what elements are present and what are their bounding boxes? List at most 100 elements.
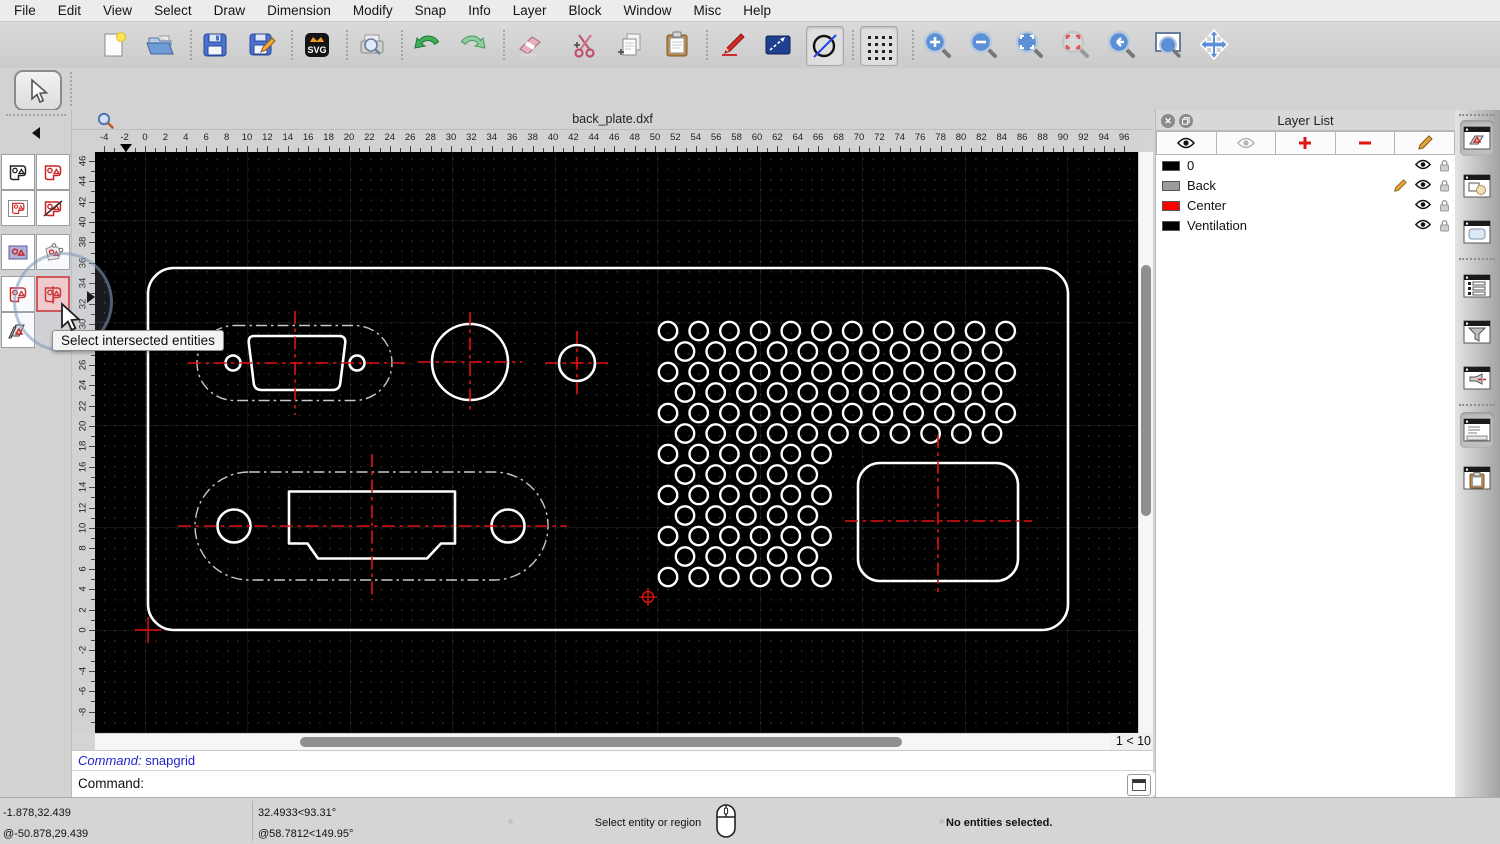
drawing-canvas[interactable] [95, 152, 1138, 733]
block-list-dock-button[interactable] [1460, 168, 1494, 204]
select-window-button[interactable] [1, 190, 35, 226]
menu-block[interactable]: Block [569, 3, 613, 18]
menu-snap[interactable]: Snap [415, 3, 458, 18]
layer-lock-icon[interactable] [1439, 159, 1450, 172]
edit-layer-button[interactable] [1395, 131, 1455, 155]
menu-draw[interactable]: Draw [214, 3, 257, 18]
ruler-label: -4 [77, 666, 89, 676]
print-preview-button[interactable] [354, 26, 390, 64]
select-entity-button[interactable] [1, 154, 35, 190]
deselect-entity-button[interactable] [36, 154, 70, 190]
menu-info[interactable]: Info [468, 3, 502, 18]
layer-lock-icon[interactable] [1439, 179, 1450, 192]
layer-visible-icon[interactable] [1415, 199, 1431, 210]
undo-button[interactable] [409, 26, 445, 64]
menu-dimension[interactable]: Dimension [267, 3, 342, 18]
layer-list-titlebar[interactable]: ✕ Layer List [1156, 110, 1455, 131]
menu-layer[interactable]: Layer [513, 3, 558, 18]
command-options-button[interactable] [1127, 774, 1151, 796]
show-all-layers-button[interactable] [1156, 131, 1217, 155]
ruler-label: 10 [77, 522, 89, 534]
zoom-out-button[interactable] [966, 26, 1002, 64]
layer-row-0[interactable]: 0 [1156, 156, 1455, 176]
menu-edit[interactable]: Edit [58, 3, 92, 18]
toolbar-separator [346, 30, 348, 60]
snap-grid-icon [868, 36, 892, 60]
layer-row-center[interactable]: Center [1156, 196, 1455, 216]
deselect-window-button[interactable] [36, 190, 70, 226]
dock-handle[interactable] [6, 114, 66, 116]
ruler-label: 44 [588, 132, 600, 143]
deselect-layer-button[interactable] [1, 312, 35, 348]
horizontal-scrollbar-thumb[interactable] [300, 737, 902, 747]
menu-view[interactable]: View [103, 3, 143, 18]
command-input[interactable] [146, 773, 1190, 795]
toolbar-separator [706, 30, 708, 60]
entity-list-dock-button[interactable] [1460, 268, 1494, 304]
clipboard-dock-button[interactable] [1460, 460, 1494, 496]
zoom-auto-button[interactable] [1012, 26, 1048, 64]
vertical-scrollbar-thumb[interactable] [1141, 265, 1151, 516]
zoom-in-button[interactable] [920, 26, 956, 64]
layer-visible-icon[interactable] [1415, 179, 1431, 190]
menu-help[interactable]: Help [743, 3, 782, 18]
layer-row-ventilation[interactable]: Ventilation [1156, 216, 1455, 236]
copy-button[interactable] [613, 26, 649, 64]
tool-options-bar [0, 68, 1500, 111]
save-as-button[interactable] [244, 26, 280, 64]
redo-button[interactable] [455, 26, 491, 64]
menu-select[interactable]: Select [154, 3, 203, 18]
invert-selection-button[interactable] [36, 234, 70, 270]
menu-misc[interactable]: Misc [694, 3, 733, 18]
delete-button[interactable] [512, 26, 548, 64]
menu-modify[interactable]: Modify [353, 3, 404, 18]
layer-lock-icon[interactable] [1439, 219, 1450, 232]
menu-file[interactable]: File [14, 3, 47, 18]
save-button[interactable] [197, 26, 233, 64]
new-document-button[interactable] [95, 26, 131, 64]
vertical-scrollbar[interactable] [1138, 152, 1153, 733]
snap-free-button[interactable] [806, 26, 844, 66]
document-titlebar[interactable]: back_plate.dxf [72, 110, 1153, 130]
ruler-label: 24 [384, 132, 396, 143]
layer-lock-icon[interactable] [1439, 199, 1450, 212]
line-arrow-button[interactable] [760, 26, 796, 64]
invert-selection-icon [45, 242, 64, 261]
horizontal-scrollbar[interactable] [95, 733, 1110, 750]
ruler-label: 86 [1016, 132, 1028, 143]
back-to-main-menu-button[interactable] [0, 122, 72, 144]
pen-button[interactable] [714, 26, 750, 64]
relative-coordinates: @-50.878,29.439 [3, 828, 89, 840]
ruler-label: 0 [142, 132, 148, 143]
zoom-selection-button[interactable] [1058, 26, 1094, 64]
select-tool-button[interactable] [14, 70, 62, 111]
layer-row-back[interactable]: Back [1156, 176, 1455, 196]
remove-layer-button[interactable] [1335, 131, 1396, 155]
clipboard-icon [666, 31, 688, 57]
export-svg-button[interactable]: SVG [299, 26, 335, 64]
command-line-dock-button[interactable] [1460, 412, 1494, 448]
select-all-button[interactable] [1, 234, 35, 270]
cad-drawing[interactable] [95, 152, 1138, 733]
add-layer-button[interactable] [1276, 131, 1336, 155]
hide-all-layers-button[interactable] [1216, 131, 1277, 155]
select-contour-button[interactable] [1, 276, 35, 312]
layer-visible-icon[interactable] [1415, 159, 1431, 170]
zoom-pan-button[interactable] [1196, 26, 1232, 64]
zoom-previous-button[interactable] [1104, 26, 1140, 64]
zoom-window-button[interactable] [1150, 26, 1186, 64]
menu-window[interactable]: Window [624, 3, 683, 18]
library-browser-dock-button[interactable] [1460, 214, 1494, 250]
layer-visible-icon[interactable] [1415, 219, 1431, 230]
application-window: File Edit View Select Draw Dimension Modify Sna… [0, 0, 1500, 844]
cut-button[interactable] [567, 26, 603, 64]
pen-dock-button[interactable] [1460, 360, 1494, 396]
snap-grid-button[interactable] [860, 26, 898, 66]
layer-list-dock-button[interactable] [1460, 120, 1494, 156]
filter-dock-button[interactable] [1460, 314, 1494, 350]
ruler-label: 38 [77, 237, 89, 248]
paste-button[interactable] [659, 26, 695, 64]
select-contour-icon [9, 286, 27, 302]
vertical-ruler: -8-6-4-202468101214161820222426283032343… [72, 152, 95, 733]
open-file-button[interactable] [142, 26, 178, 64]
